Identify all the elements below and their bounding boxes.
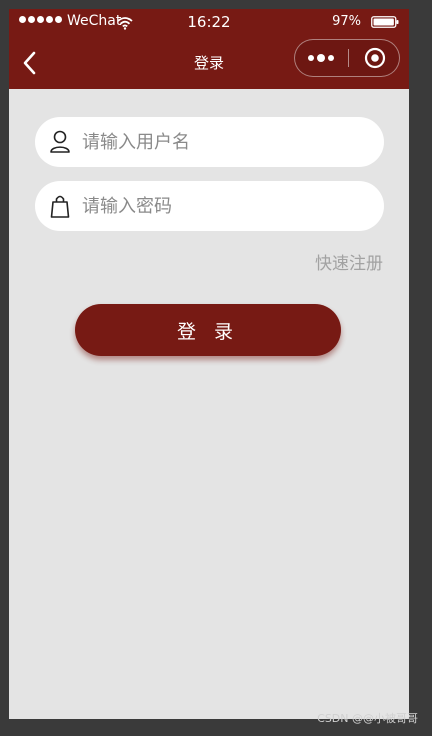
quick-register-link[interactable]: 快速注册 bbox=[315, 249, 383, 274]
more-button[interactable] bbox=[295, 40, 348, 76]
more-dots-icon bbox=[307, 54, 334, 62]
password-input[interactable] bbox=[82, 181, 372, 231]
top-bar: WeChat 16:22 97% 登录 bbox=[9, 9, 409, 89]
close-button[interactable] bbox=[349, 40, 401, 76]
user-icon bbox=[50, 130, 70, 153]
capsule-close-icon bbox=[364, 47, 386, 69]
battery-icon bbox=[371, 16, 399, 28]
login-button[interactable]: 登 录 bbox=[75, 304, 341, 356]
phone-screen: WeChat 16:22 97% 登录 请输入用户名 快速注册 登 录 bbox=[9, 9, 409, 719]
username-field[interactable] bbox=[35, 117, 384, 167]
navigation-bar: 登录 bbox=[9, 37, 409, 89]
battery-percentage: 97% bbox=[332, 14, 361, 29]
menu-capsule bbox=[294, 39, 400, 77]
password-field[interactable] bbox=[35, 181, 384, 231]
username-input[interactable] bbox=[82, 117, 372, 167]
watermark: CSDN @@小被哥哥 bbox=[317, 712, 418, 725]
status-bar: WeChat 16:22 97% bbox=[9, 9, 409, 37]
bag-icon bbox=[50, 195, 70, 218]
